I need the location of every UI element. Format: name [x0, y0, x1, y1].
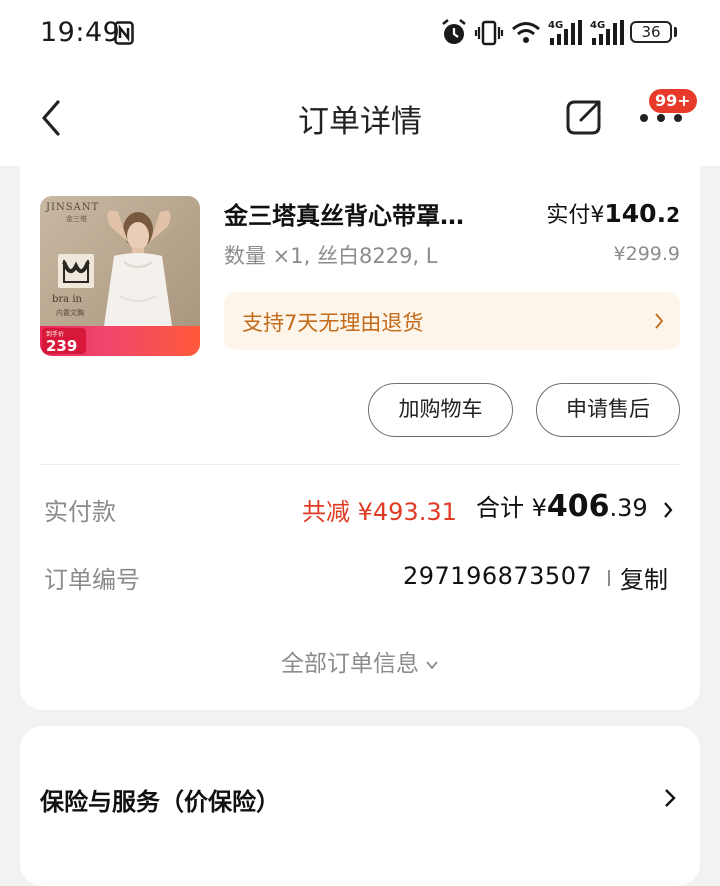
paid-currency: ¥: [590, 203, 605, 228]
total-prefix: 合计 ¥: [476, 494, 547, 522]
paid-price: 实付¥140.2: [546, 197, 680, 229]
original-price: ¥299.9: [613, 243, 680, 265]
alarm-icon: [442, 19, 466, 44]
chevron-right-icon: [665, 789, 676, 807]
product-spec: 数量 ×1, 丝白8229, L: [224, 244, 438, 268]
svg-text:4G: 4G: [590, 20, 605, 31]
chevron-down-icon: [426, 660, 438, 669]
share-icon[interactable]: [565, 98, 603, 136]
order-number: 297196873507: [403, 562, 593, 590]
order-number-label: 订单编号: [44, 566, 140, 594]
insurance-service-card[interactable]: 保险与服务（价保险）: [20, 726, 700, 886]
battery-tip: [674, 27, 677, 37]
add-to-cart-button[interactable]: 加购物车: [368, 383, 513, 437]
vibrate-icon: [474, 20, 504, 46]
status-bar: 19:49 4G 4G 36: [0, 0, 720, 70]
thumbnail-price-block: 到手价 239: [42, 328, 86, 355]
order-card: JINSANT 金三塔 bra in 内置文胸 到手价 239 金三塔真丝背心带…: [20, 166, 700, 710]
divider: [40, 464, 680, 465]
total-amount[interactable]: 合计 ¥406.39: [476, 488, 648, 524]
navigation-header: 订单详情 99+: [0, 70, 720, 166]
insurance-service-title: 保险与服务（价保险）: [40, 788, 280, 816]
thumbnail-price: 239: [46, 337, 78, 355]
thumbnail-brand: JINSANT: [46, 202, 100, 213]
notification-badge: 99+: [649, 89, 697, 113]
signal-4g-icon: 4G: [548, 20, 582, 45]
battery-indicator: 36: [630, 21, 672, 43]
discount-amount: 共减 ¥493.31: [302, 498, 457, 526]
total-dec: .39: [609, 494, 648, 522]
paid-prefix: 实付: [546, 203, 591, 228]
all-order-info-label: 全部订单信息: [281, 651, 419, 677]
paid-amount-label: 实付款: [44, 498, 116, 526]
copy-order-number-button[interactable]: 复制: [620, 560, 668, 595]
chevron-right-icon: [655, 313, 664, 329]
return-policy-banner[interactable]: 支持7天无理由退货: [224, 292, 680, 350]
signal-4g-icon: 4G: [590, 20, 624, 45]
thumbnail-brand-sub: 金三塔: [66, 215, 87, 223]
total-int: 406: [546, 489, 610, 524]
thumbnail-bra-in-sub: 内置文胸: [56, 309, 84, 317]
nfc-icon: [114, 21, 134, 45]
chevron-right-icon[interactable]: [663, 501, 673, 519]
thumbnail-bra-in-label: bra in: [52, 294, 82, 305]
page-title: 订单详情: [298, 104, 422, 140]
product-thumbnail[interactable]: JINSANT 金三塔 bra in 内置文胸 到手价 239: [40, 196, 200, 356]
svg-text:4G: 4G: [548, 20, 563, 31]
paid-amount-int: 140.: [604, 199, 667, 228]
all-order-info-toggle[interactable]: 全部订单信息: [20, 644, 700, 678]
return-policy-text: 支持7天无理由退货: [242, 311, 424, 335]
wifi-icon: [512, 22, 540, 43]
after-sale-button[interactable]: 申请售后: [536, 383, 680, 437]
paid-amount-dec: 2: [666, 203, 680, 227]
product-name[interactable]: 金三塔真丝背心带罩…: [224, 196, 524, 231]
separator: [608, 570, 610, 586]
status-time: 19:49: [40, 17, 121, 48]
